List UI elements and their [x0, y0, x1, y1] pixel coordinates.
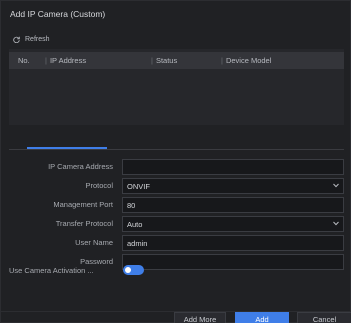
column-header-ip-address[interactable]: | IP Address — [45, 56, 86, 65]
chevron-down-icon — [333, 221, 339, 226]
add-ip-camera-dialog: Add IP Camera (Custom) Refresh No. | IP A… — [0, 0, 351, 323]
camera-table: No. | IP Address | Status | Device Model — [9, 49, 344, 125]
refresh-button[interactable]: Refresh — [13, 36, 50, 43]
column-header-no[interactable]: No. — [18, 56, 30, 65]
chevron-down-icon — [333, 183, 339, 188]
ip-address-label: IP Camera Address — [48, 162, 113, 171]
management-port-label: Management Port — [53, 200, 113, 209]
user-name-label: User Name — [75, 238, 113, 247]
protocol-label: Protocol — [85, 181, 113, 190]
password-input[interactable] — [122, 254, 344, 270]
toggle-knob — [125, 267, 131, 273]
dialog-title: Add IP Camera (Custom) — [10, 9, 106, 19]
column-header-device-model[interactable]: | Device Model — [221, 56, 271, 65]
add-button[interactable]: Add — [235, 312, 289, 323]
ip-address-input[interactable] — [122, 159, 344, 175]
protocol-select[interactable]: ONVIF — [122, 178, 344, 194]
user-name-row: User Name admin — [1, 235, 351, 251]
activation-toggle[interactable] — [123, 265, 144, 275]
activation-label: Use Camera Activation ... — [9, 266, 94, 275]
cancel-button[interactable]: Cancel — [297, 312, 351, 323]
protocol-row: Protocol ONVIF — [1, 178, 351, 194]
password-label: Password — [80, 257, 113, 266]
transfer-protocol-row: Transfer Protocol Auto — [1, 216, 351, 232]
protocol-value: ONVIF — [127, 182, 150, 191]
section-divider — [9, 149, 344, 150]
transfer-protocol-select[interactable]: Auto — [122, 216, 344, 232]
column-header-status[interactable]: | Status — [151, 56, 177, 65]
transfer-protocol-label: Transfer Protocol — [55, 219, 113, 228]
management-port-row: Management Port 80 — [1, 197, 351, 213]
add-more-button[interactable]: Add More — [174, 312, 226, 323]
management-port-input[interactable]: 80 — [122, 197, 344, 213]
user-name-input[interactable]: admin — [122, 235, 344, 251]
refresh-label: Refresh — [25, 36, 50, 43]
refresh-icon — [13, 36, 20, 43]
table-header: No. | IP Address | Status | Device Model — [9, 52, 344, 69]
ip-address-row: IP Camera Address — [1, 159, 351, 175]
transfer-protocol-value: Auto — [127, 220, 143, 229]
